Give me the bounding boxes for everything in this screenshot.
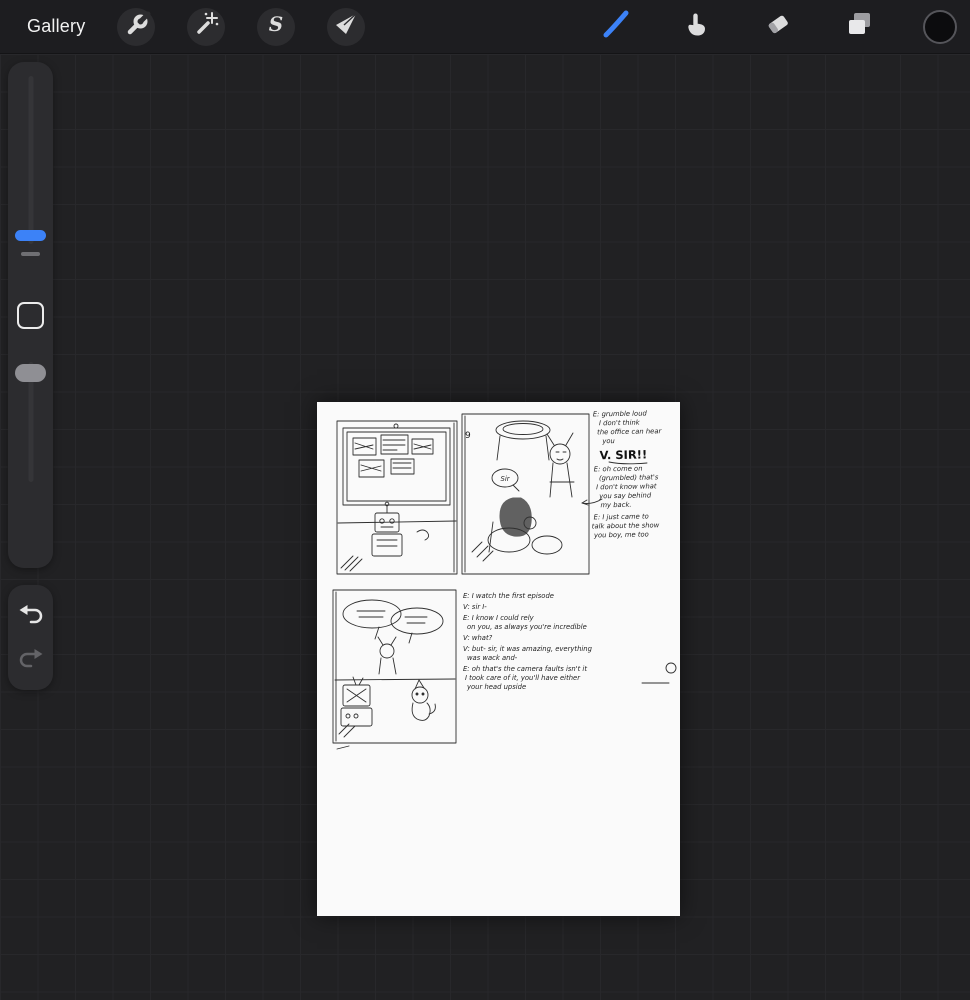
- layers-icon: [843, 8, 875, 45]
- handwritten-line: you say behind: [598, 491, 652, 500]
- handwritten-line-emphasis: V. SIR!!: [599, 447, 647, 462]
- redo-arrow-icon: [16, 642, 46, 677]
- handwritten-line: E: oh that's the camera faults isn't it: [463, 665, 587, 673]
- undo-redo-panel: [8, 585, 53, 690]
- undo-button[interactable]: [16, 601, 46, 631]
- brush-sidebar: [8, 62, 53, 568]
- handwritten-line: V: what?: [463, 634, 493, 642]
- script-bottom-decorations: [641, 662, 677, 684]
- handwritten-line: my back.: [600, 501, 631, 510]
- handwritten-line: the office can hear: [597, 427, 663, 436]
- handwritten-line: E: grumble loud: [593, 409, 648, 418]
- sketch-panel-1: [336, 420, 458, 575]
- modify-button[interactable]: [17, 302, 44, 329]
- handwritten-line: on you, as always you're incredible: [467, 623, 587, 631]
- brush-size-handle[interactable]: [15, 230, 46, 241]
- gallery-button[interactable]: Gallery: [27, 16, 85, 37]
- top-toolbar: Gallery S: [0, 0, 970, 54]
- toolbar-right-group: [599, 9, 970, 44]
- handwritten-line: you boy, me too: [593, 530, 649, 539]
- canvas-workspace[interactable]: Sir 9 E: grumble loud I don't think the …: [0, 54, 970, 1000]
- magic-wand-icon: [190, 8, 222, 45]
- erase-tool-button[interactable]: [761, 10, 795, 44]
- handwritten-line: E: oh come on: [594, 465, 643, 474]
- handwritten-line: I don't know what: [596, 482, 657, 491]
- comic-sketch: Sir 9 E: grumble loud I don't think the …: [332, 409, 677, 750]
- adjustments-button[interactable]: [187, 7, 226, 46]
- handwritten-line: was wack and-: [467, 654, 518, 662]
- handwritten-line: (grumbled) that's: [599, 473, 659, 482]
- handwritten-line: you: [601, 437, 615, 445]
- handwritten-line: V: sir I-: [463, 603, 487, 611]
- color-swatch[interactable]: [923, 9, 957, 44]
- sketch-panel-3: [332, 589, 457, 750]
- layers-button[interactable]: [842, 10, 876, 44]
- opacity-handle[interactable]: [15, 364, 46, 382]
- actions-button[interactable]: [117, 7, 156, 46]
- handwritten-line: V: but- sir, it was amazing, everything: [463, 645, 593, 653]
- paint-tool-button[interactable]: [599, 10, 633, 44]
- handwritten-line: E: I just came to: [594, 512, 649, 521]
- smudge-finger-icon: [681, 8, 713, 45]
- speech-bubble-text: Sir: [501, 475, 511, 483]
- handwritten-line: I took care of it, you'll have either: [465, 674, 581, 682]
- transform-arrow-icon: [330, 8, 362, 45]
- transform-button[interactable]: [327, 7, 366, 46]
- brush-size-tick: [21, 252, 40, 256]
- selection-button[interactable]: S: [257, 7, 296, 46]
- script-bottom-block: E: I watch the first episode V: sir I- E…: [463, 592, 593, 691]
- handwritten-line: talk about the show: [592, 521, 660, 530]
- brush-icon: [600, 8, 632, 45]
- handwritten-line: I don't think: [599, 419, 641, 428]
- script-right-column: E: grumble loud I don't think the office…: [592, 409, 663, 539]
- selection-s-icon: S: [260, 8, 292, 45]
- handwritten-line: E: I know I could rely: [463, 614, 535, 622]
- eraser-icon: [762, 8, 794, 45]
- panel-number: 9: [465, 431, 471, 441]
- redo-button[interactable]: [16, 645, 46, 675]
- undo-arrow-icon: [16, 598, 46, 633]
- brush-size-slider[interactable]: [28, 76, 33, 244]
- sketch-panel-2: [461, 413, 590, 575]
- artwork-page[interactable]: Sir 9 E: grumble loud I don't think the …: [317, 402, 680, 916]
- svg-text:S: S: [269, 12, 283, 36]
- toolbar-left-group: Gallery S: [0, 7, 366, 46]
- smudge-tool-button[interactable]: [680, 10, 714, 44]
- handwritten-line: E: I watch the first episode: [463, 592, 554, 600]
- handwritten-line: your head upside: [466, 683, 526, 691]
- wrench-icon: [120, 8, 152, 45]
